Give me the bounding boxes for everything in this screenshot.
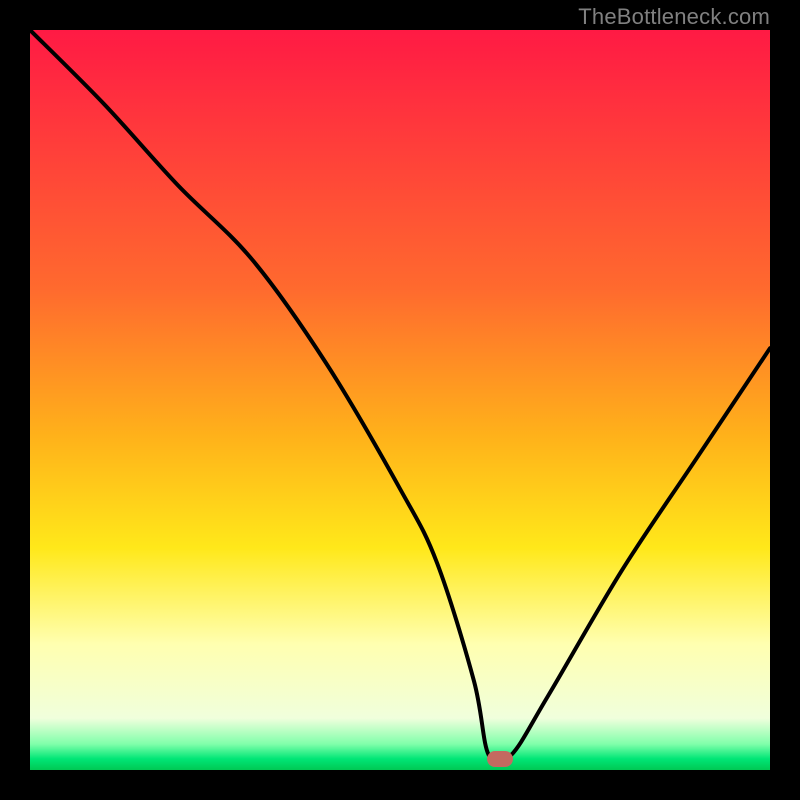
heat-gradient-background	[30, 30, 770, 770]
optimal-point-marker	[487, 751, 513, 767]
watermark-text: TheBottleneck.com	[578, 4, 770, 30]
plot-area	[30, 30, 770, 770]
chart-frame: TheBottleneck.com	[0, 0, 800, 800]
